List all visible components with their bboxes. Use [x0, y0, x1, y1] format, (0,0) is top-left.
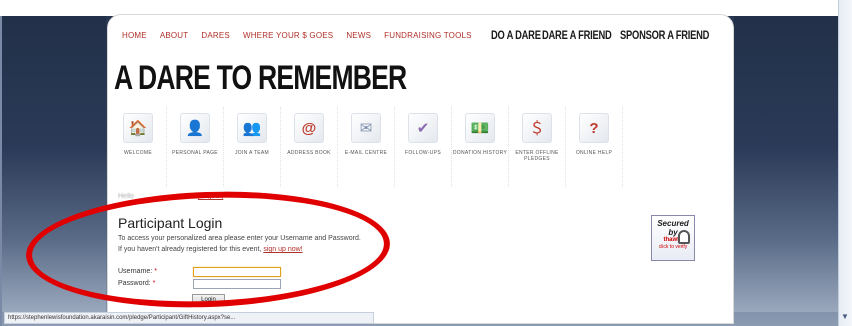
money-icon: 💵 — [465, 113, 495, 143]
tool-personal-page[interactable]: 👤 PERSONAL PAGE — [167, 107, 224, 187]
password-label-text: Password: — [118, 280, 151, 287]
nav-do-a-dare-link[interactable]: DO A DARE — [491, 28, 541, 42]
tool-address-book[interactable]: @ ADDRESS BOOK — [281, 107, 338, 187]
tool-follow-ups[interactable]: ✔ FOLLOW-UPS — [395, 107, 452, 187]
login-title: Participant Login — [118, 215, 223, 231]
username-input[interactable] — [193, 267, 281, 277]
greeting-text: Hello — [118, 193, 134, 200]
nav-about-link[interactable]: ABOUT — [160, 31, 189, 40]
nav-dare-a-friend-link[interactable]: DARE A FRIEND — [542, 28, 612, 42]
registration-note-text: If you haven't already registered for th… — [118, 246, 264, 253]
help-icon: ? — [579, 113, 609, 143]
tool-label: DONATION HISTORY — [452, 150, 508, 156]
tool-label: JOIN A TEAM — [234, 150, 270, 156]
tool-label: ADDRESS BOOK — [287, 150, 331, 156]
tool-join-a-team[interactable]: 👥 JOIN A TEAM — [224, 107, 281, 187]
browser-status-bar: https://stephenlewisfoundation.akaraisin… — [4, 312, 374, 324]
thawte-secured-badge[interactable]: Secured by thawte click to verify — [651, 215, 695, 261]
tool-label: E-MAIL CENTRE — [344, 150, 388, 156]
tool-label: PERSONAL PAGE — [172, 150, 218, 156]
checklist-icon: ✔ — [408, 113, 438, 143]
nav-where-your-money-goes-link[interactable]: WHERE YOUR $ GOES — [243, 31, 333, 40]
vertical-scrollbar[interactable]: ▼ — [838, 0, 852, 326]
logout-link[interactable]: [Logout] — [198, 193, 223, 200]
person-icon: 👤 — [180, 113, 210, 143]
tool-label: ENTER OFFLINE PLEDGES — [515, 150, 559, 162]
envelope-icon: ✉ — [351, 113, 381, 143]
page-card: HOME ABOUT DARES WHERE YOUR $ GOES NEWS … — [107, 14, 734, 324]
username-label-text: Username: — [118, 268, 153, 275]
tool-welcome[interactable]: 🏠 WELCOME — [110, 107, 167, 187]
password-input[interactable] — [193, 279, 281, 289]
site-title: A DARE TO REMEMBER — [114, 59, 407, 97]
required-marker: * — [152, 280, 156, 287]
scroll-down-arrow-icon[interactable]: ▼ — [839, 310, 851, 324]
team-icon: 👥 — [237, 113, 267, 143]
page-background-left — [2, 16, 106, 312]
click-to-verify-text: click to verify — [658, 244, 688, 250]
secured-text: Secured — [657, 219, 689, 228]
login-description: To access your personalized area please … — [118, 235, 361, 242]
tool-enter-offline-pledges[interactable]: ＄ ENTER OFFLINE PLEDGES — [509, 107, 566, 187]
password-label: Password: * — [118, 280, 155, 287]
user-greeting-line: Hello [Logout] — [118, 193, 518, 205]
tool-email-centre[interactable]: ✉ E-MAIL CENTRE — [338, 107, 395, 187]
nav-sponsor-a-friend-link[interactable]: SPONSOR A FRIEND — [620, 28, 709, 42]
participant-toolbar: 🏠 WELCOME 👤 PERSONAL PAGE 👥 JOIN A TEAM … — [110, 107, 710, 187]
page-background-right — [734, 16, 838, 312]
registration-note: If you haven't already registered for th… — [118, 246, 303, 253]
nav-fundraising-tools-link[interactable]: FUNDRAISING TOOLS — [384, 31, 472, 40]
tool-online-help[interactable]: ? ONLINE HELP — [566, 107, 623, 187]
padlock-icon — [678, 230, 690, 244]
at-sign-icon: @ — [294, 113, 324, 143]
tool-label: ONLINE HELP — [575, 150, 613, 156]
main-navigation: HOME ABOUT DARES WHERE YOUR $ GOES NEWS … — [122, 26, 722, 44]
nav-home-link[interactable]: HOME — [122, 31, 147, 40]
nav-news-link[interactable]: NEWS — [346, 31, 371, 40]
sign-up-link[interactable]: sign up now! — [263, 246, 302, 253]
username-label: Username: * — [118, 268, 157, 275]
dollar-plus-icon: ＄ — [522, 113, 552, 143]
login-button[interactable]: Login — [192, 294, 225, 305]
tool-label: FOLLOW-UPS — [405, 150, 441, 156]
tool-donation-history[interactable]: 💵 DONATION HISTORY — [452, 107, 509, 187]
required-marker: * — [154, 268, 157, 275]
home-icon: 🏠 — [123, 113, 153, 143]
tool-label: WELCOME — [124, 150, 152, 156]
nav-dares-link[interactable]: DARES — [201, 31, 230, 40]
